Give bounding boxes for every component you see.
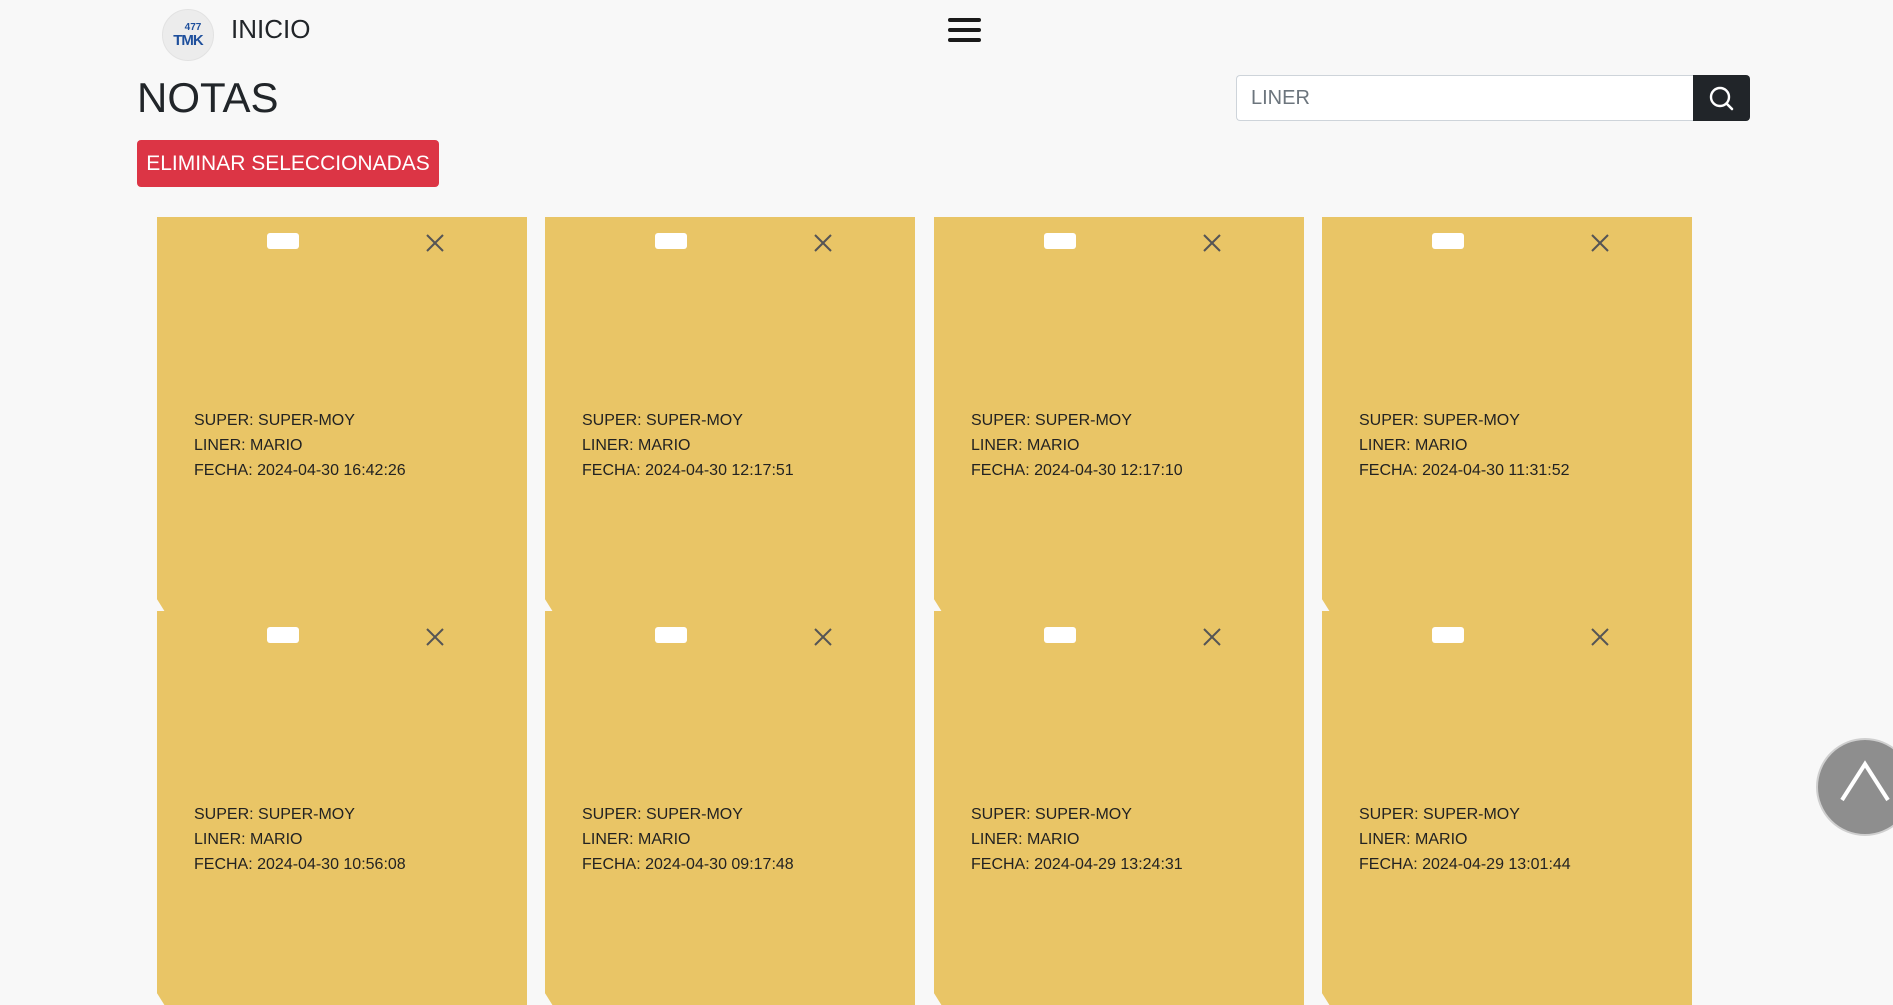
note-fecha: FECHA: 2024-04-30 11:31:52 — [1359, 462, 1570, 479]
note-info: SUPER: SUPER-MOY LINER: MARIO FECHA: 2024-… — [582, 802, 794, 877]
note-card: SUPER: SUPER-MOY LINER: MARIO FECHA: 2024-… — [934, 611, 1304, 1005]
note-info: SUPER: SUPER-MOY LINER: MARIO FECHA: 2024-… — [582, 408, 794, 483]
note-info: SUPER: SUPER-MOY LINER: MARIO FECHA: 2024-… — [1359, 408, 1570, 483]
note-liner: LINER: MARIO — [582, 831, 691, 848]
search-input[interactable] — [1236, 75, 1694, 121]
close-icon[interactable] — [1588, 625, 1612, 649]
scroll-top-button[interactable] — [1816, 738, 1893, 836]
note-select-checkbox[interactable] — [1044, 233, 1076, 249]
note-fecha: FECHA: 2024-04-30 16:42:26 — [194, 462, 406, 479]
note-super: SUPER: SUPER-MOY — [971, 412, 1132, 429]
note-super: SUPER: SUPER-MOY — [194, 412, 355, 429]
note-card: SUPER: SUPER-MOY LINER: MARIO FECHA: 2024-… — [545, 611, 915, 1005]
chevron-up-icon — [1840, 760, 1890, 802]
note-info: SUPER: SUPER-MOY LINER: MARIO FECHA: 2024-… — [194, 802, 406, 877]
close-icon[interactable] — [1200, 231, 1224, 255]
note-liner: LINER: MARIO — [1359, 437, 1468, 454]
note-select-checkbox[interactable] — [655, 627, 687, 643]
note-liner: LINER: MARIO — [194, 437, 303, 454]
logo-letters: TMK — [173, 31, 203, 49]
note-select-checkbox[interactable] — [267, 627, 299, 643]
close-icon[interactable] — [1588, 231, 1612, 255]
page-title: NOTAS — [137, 74, 279, 121]
close-icon[interactable] — [423, 231, 447, 255]
note-card: SUPER: SUPER-MOY LINER: MARIO FECHA: 2024-… — [934, 217, 1304, 611]
logo[interactable]: 477 TMK — [162, 9, 214, 61]
search-icon — [1709, 86, 1734, 111]
note-fecha: FECHA: 2024-04-29 13:24:31 — [971, 856, 1183, 873]
note-super: SUPER: SUPER-MOY — [1359, 412, 1520, 429]
note-card: SUPER: SUPER-MOY LINER: MARIO FECHA: 2024-… — [1322, 217, 1692, 611]
note-liner: LINER: MARIO — [1359, 831, 1468, 848]
note-fecha: FECHA: 2024-04-29 13:01:44 — [1359, 856, 1571, 873]
note-card: SUPER: SUPER-MOY LINER: MARIO FECHA: 2024-… — [157, 611, 527, 1005]
close-icon[interactable] — [811, 625, 835, 649]
close-icon[interactable] — [1200, 625, 1224, 649]
note-card: SUPER: SUPER-MOY LINER: MARIO FECHA: 2024-… — [1322, 611, 1692, 1005]
brand-link[interactable]: INICIO — [231, 14, 310, 45]
note-select-checkbox[interactable] — [1432, 627, 1464, 643]
close-icon[interactable] — [811, 231, 835, 255]
note-liner: LINER: MARIO — [194, 831, 303, 848]
close-icon[interactable] — [423, 625, 447, 649]
note-super: SUPER: SUPER-MOY — [971, 806, 1132, 823]
note-info: SUPER: SUPER-MOY LINER: MARIO FECHA: 2024-… — [194, 408, 406, 483]
note-info: SUPER: SUPER-MOY LINER: MARIO FECHA: 2024-… — [971, 802, 1183, 877]
note-liner: LINER: MARIO — [971, 831, 1080, 848]
note-fecha: FECHA: 2024-04-30 12:17:10 — [971, 462, 1183, 479]
note-super: SUPER: SUPER-MOY — [582, 412, 743, 429]
note-liner: LINER: MARIO — [971, 437, 1080, 454]
note-select-checkbox[interactable] — [655, 233, 687, 249]
note-select-checkbox[interactable] — [1044, 627, 1076, 643]
note-fecha: FECHA: 2024-04-30 12:17:51 — [582, 462, 794, 479]
note-fecha: FECHA: 2024-04-30 09:17:48 — [582, 856, 794, 873]
top-navbar: 477 TMK INICIO — [0, 0, 1893, 62]
note-fecha: FECHA: 2024-04-30 10:56:08 — [194, 856, 406, 873]
note-select-checkbox[interactable] — [1432, 233, 1464, 249]
note-select-checkbox[interactable] — [267, 233, 299, 249]
note-info: SUPER: SUPER-MOY LINER: MARIO FECHA: 2024-… — [971, 408, 1183, 483]
logo-number: 477 — [184, 21, 202, 33]
note-info: SUPER: SUPER-MOY LINER: MARIO FECHA: 2024-… — [1359, 802, 1571, 877]
note-super: SUPER: SUPER-MOY — [1359, 806, 1520, 823]
note-card: SUPER: SUPER-MOY LINER: MARIO FECHA: 2024-… — [157, 217, 527, 611]
delete-selected-button[interactable]: ELIMINAR SELECCIONADAS — [137, 140, 439, 187]
search-button[interactable] — [1693, 75, 1750, 121]
note-card: SUPER: SUPER-MOY LINER: MARIO FECHA: 2024-… — [545, 217, 915, 611]
note-super: SUPER: SUPER-MOY — [582, 806, 743, 823]
note-super: SUPER: SUPER-MOY — [194, 806, 355, 823]
hamburger-icon[interactable] — [948, 16, 981, 44]
note-liner: LINER: MARIO — [582, 437, 691, 454]
